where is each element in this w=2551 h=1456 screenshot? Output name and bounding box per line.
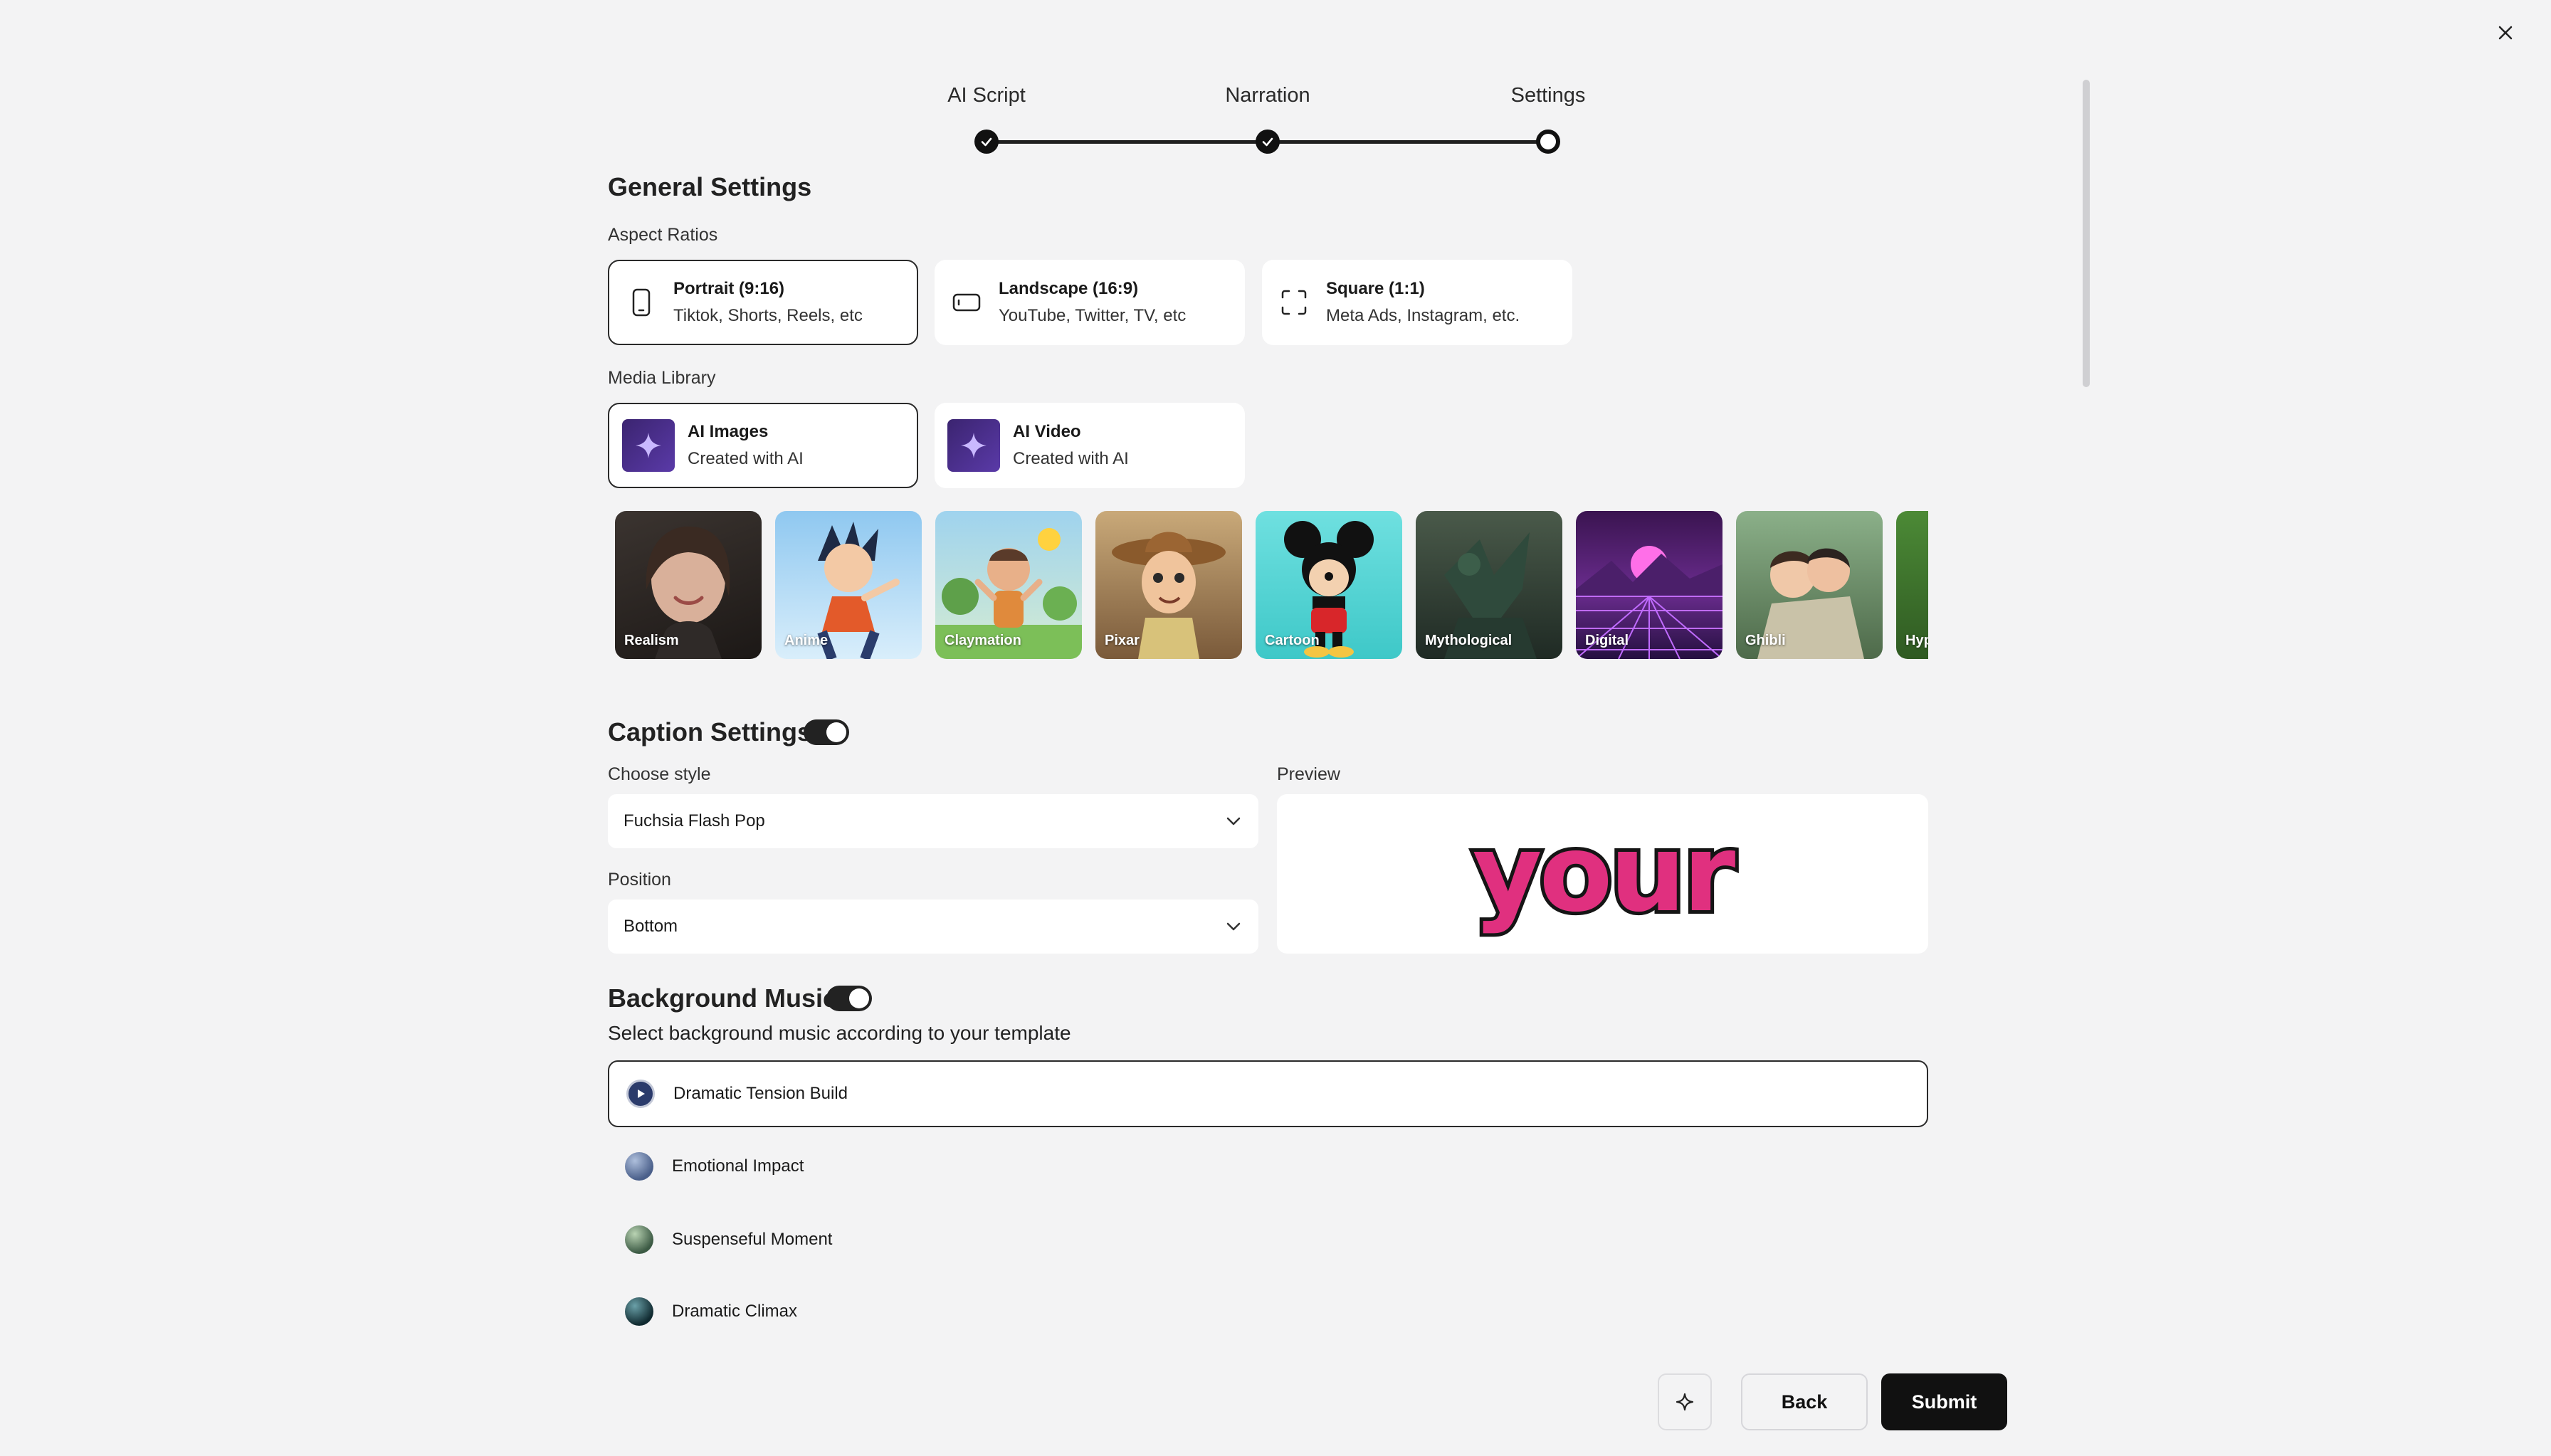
magic-button[interactable] xyxy=(1658,1373,1712,1430)
landscape-phone-icon xyxy=(950,292,983,313)
step-done-dot[interactable] xyxy=(974,130,999,154)
caption-style-value: Fuchsia Flash Pop xyxy=(624,811,765,830)
caption-position-select[interactable]: Bottom xyxy=(608,900,1258,954)
style-label: Anime xyxy=(784,633,829,648)
media-option-subtitle: Created with AI xyxy=(688,449,804,468)
aspect-option-title: Square (1:1) xyxy=(1326,279,1425,298)
style-label: Pixar xyxy=(1105,633,1140,648)
step-current-dot[interactable] xyxy=(1536,130,1560,154)
caption-style-select[interactable]: Fuchsia Flash Pop xyxy=(608,794,1258,848)
aspect-option-portrait[interactable]: Portrait (9:16) Tiktok, Shorts, Reels, et… xyxy=(608,260,918,345)
check-icon xyxy=(981,137,992,147)
submit-button[interactable]: Submit xyxy=(1881,1373,2007,1430)
track-orb-icon[interactable] xyxy=(625,1225,653,1254)
music-track-row[interactable]: Dramatic Climax xyxy=(608,1278,1928,1345)
aspect-option-title: Landscape (16:9) xyxy=(999,279,1139,298)
caption-position-value: Bottom xyxy=(624,917,678,936)
close-button[interactable] xyxy=(2491,19,2520,47)
music-toggle[interactable] xyxy=(826,986,872,1011)
aspect-option-subtitle: Meta Ads, Instagram, etc. xyxy=(1326,306,1520,325)
general-settings-title: General Settings xyxy=(608,172,812,201)
style-thumb-ghibli[interactable]: Ghibli xyxy=(1736,511,1883,659)
style-thumb-anime[interactable]: Anime xyxy=(775,511,922,659)
style-label: Hyp xyxy=(1905,633,1928,648)
aspect-option-square[interactable]: Square (1:1) Meta Ads, Instagram, etc. xyxy=(1262,260,1572,345)
style-label: Claymation xyxy=(945,633,1021,648)
style-thumb-cartoon[interactable]: Cartoon xyxy=(1256,511,1402,659)
style-carousel[interactable]: Realism Anime Claymation Pixar Cartoon M… xyxy=(615,511,1928,660)
sparkle-outline-icon xyxy=(1676,1393,1694,1411)
style-thumb-digital[interactable]: Digital xyxy=(1576,511,1722,659)
background-music-title: Background Music xyxy=(608,983,838,1013)
sparkle-icon xyxy=(947,419,1000,472)
media-option-title: AI Video xyxy=(1013,422,1081,441)
media-option-ai-video[interactable]: AI Video Created with AI xyxy=(935,403,1245,488)
style-label: Ghibli xyxy=(1745,633,1786,648)
preview-word: your xyxy=(1469,812,1740,936)
media-option-ai-images[interactable]: AI Images Created with AI xyxy=(608,403,918,488)
step-label-settings: Settings xyxy=(1510,84,1586,107)
media-option-title: AI Images xyxy=(688,422,769,441)
step-done-dot[interactable] xyxy=(1256,130,1280,154)
chevron-down-icon xyxy=(1226,817,1241,825)
caption-settings-title: Caption Settings xyxy=(608,717,811,747)
aspect-option-title: Portrait (9:16) xyxy=(673,279,785,298)
style-label: Digital xyxy=(1585,633,1629,648)
close-icon xyxy=(2498,26,2513,40)
portrait-phone-icon xyxy=(625,287,658,317)
caption-toggle[interactable] xyxy=(804,719,849,745)
play-icon[interactable] xyxy=(626,1080,655,1108)
step-label-narration: Narration xyxy=(1225,84,1310,107)
music-description: Select background music according to you… xyxy=(608,1022,1071,1044)
aspect-option-subtitle: Tiktok, Shorts, Reels, etc xyxy=(673,306,863,325)
aspect-option-subtitle: YouTube, Twitter, TV, etc xyxy=(999,306,1187,325)
aspect-option-landscape[interactable]: Landscape (16:9) YouTube, Twitter, TV, et… xyxy=(935,260,1245,345)
style-thumb-claymation[interactable]: Claymation xyxy=(935,511,1082,659)
back-button[interactable]: Back xyxy=(1741,1373,1868,1430)
style-label: Realism xyxy=(624,633,679,648)
music-track-row[interactable]: Emotional Impact xyxy=(608,1133,1928,1200)
music-track-row[interactable]: Dramatic Tension Build xyxy=(608,1060,1928,1127)
music-track-name: Dramatic Tension Build xyxy=(673,1084,848,1103)
check-icon xyxy=(1262,137,1273,147)
music-track-name: Suspenseful Moment xyxy=(672,1230,833,1249)
style-thumb-pixar[interactable]: Pixar xyxy=(1095,511,1242,659)
square-frame-icon xyxy=(1278,288,1310,317)
style-label: Cartoon xyxy=(1265,633,1320,648)
music-track-name: Emotional Impact xyxy=(672,1156,804,1176)
music-track-row[interactable]: Suspenseful Moment xyxy=(608,1206,1928,1273)
caption-preview: your xyxy=(1277,794,1928,954)
style-thumb-hyp[interactable]: Hyp xyxy=(1896,511,1928,659)
media-option-subtitle: Created with AI xyxy=(1013,449,1129,468)
step-label-ai-script: AI Script xyxy=(947,84,1026,107)
chevron-down-icon xyxy=(1226,922,1241,931)
position-label: Position xyxy=(608,870,671,890)
style-thumb-realism[interactable]: Realism xyxy=(615,511,762,659)
choose-style-label: Choose style xyxy=(608,764,711,784)
style-label: Mythological xyxy=(1425,633,1513,648)
sparkle-icon xyxy=(622,419,675,472)
preview-label: Preview xyxy=(1277,764,1340,784)
style-thumb-mythological[interactable]: Mythological xyxy=(1416,511,1562,659)
track-orb-icon[interactable] xyxy=(625,1297,653,1326)
track-orb-icon[interactable] xyxy=(625,1152,653,1181)
aspect-ratios-label: Aspect Ratios xyxy=(608,225,718,245)
media-library-label: Media Library xyxy=(608,368,716,388)
music-track-name: Dramatic Climax xyxy=(672,1302,798,1321)
scrollbar-thumb[interactable] xyxy=(2083,80,2090,387)
